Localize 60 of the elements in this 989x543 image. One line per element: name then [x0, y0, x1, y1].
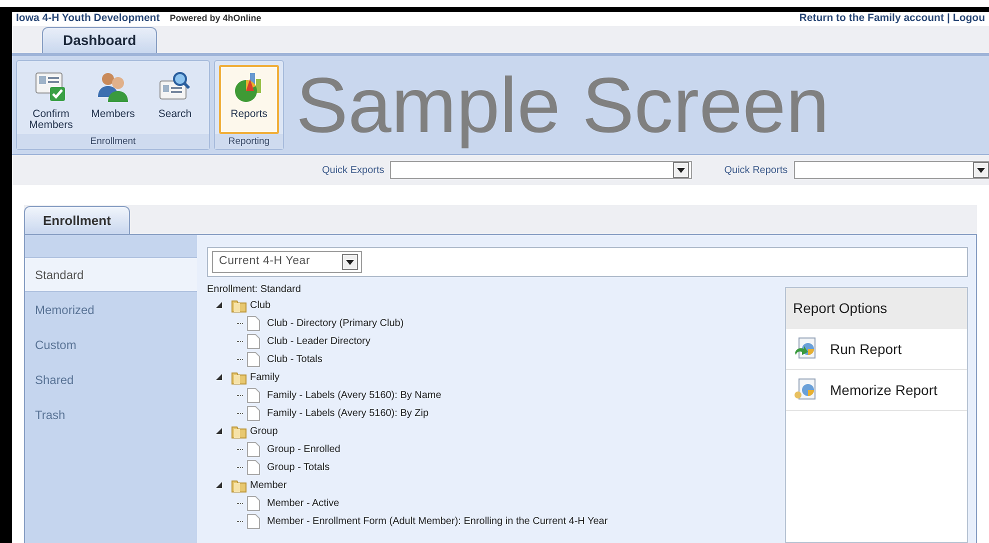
report-run-icon — [794, 337, 818, 361]
folder-icon — [231, 370, 247, 384]
dropdown-caret-icon[interactable] — [342, 254, 358, 270]
ribbon-group-label: Enrollment — [17, 134, 209, 149]
document-icon — [247, 406, 260, 420]
document-icon — [247, 460, 260, 474]
sample-screen-caption: Sample Screen — [296, 60, 830, 150]
quick-exports-label: Quick Exports — [322, 164, 384, 178]
document-icon — [247, 352, 260, 366]
dashboard-tab[interactable]: Dashboard — [42, 27, 158, 53]
ribbon-button[interactable]: Confirm Members — [21, 65, 81, 134]
expand-toggle-icon[interactable] — [215, 481, 223, 489]
tree-title: Enrollment: Standard — [207, 283, 302, 296]
ribbon-button[interactable]: Reports — [219, 65, 279, 134]
folder-icon — [231, 478, 247, 492]
enrollment-tab[interactable]: Enrollment — [24, 206, 130, 234]
logout-link[interactable]: Logou — [952, 11, 985, 27]
tree-item[interactable]: Group - Enrolled — [267, 442, 340, 456]
report-action[interactable]: Run Report — [786, 329, 967, 370]
tree-folder[interactable]: Club — [250, 298, 271, 312]
tree-item[interactable]: Group - Totals — [267, 460, 330, 474]
tree-item[interactable]: Club - Directory (Primary Club) — [267, 316, 404, 330]
tree-folder[interactable]: Member — [250, 478, 287, 492]
dropdown-caret-icon[interactable] — [673, 162, 690, 178]
report-memorize-icon — [794, 378, 818, 402]
document-icon — [247, 496, 260, 510]
people-icon — [96, 71, 130, 103]
tree-item[interactable]: Family - Labels (Avery 5160): By Zip — [267, 406, 429, 420]
expand-toggle-icon[interactable] — [215, 373, 223, 381]
link-separator: | — [946, 11, 950, 26]
ribbon-button[interactable]: Members — [83, 65, 143, 134]
dropdown-caret-icon[interactable] — [973, 162, 989, 178]
powered-by-text: Powered by 4hOnline — [170, 12, 262, 26]
ribbon-button[interactable]: Search — [145, 65, 205, 134]
tree-item[interactable]: Member - Active — [267, 496, 340, 510]
expand-toggle-icon[interactable] — [215, 427, 223, 435]
document-icon — [247, 514, 260, 528]
ribbon-group-label: Reporting — [215, 134, 283, 149]
quick-reports-select[interactable] — [794, 161, 989, 179]
family-account-link[interactable]: Return to the Family account — [799, 11, 944, 27]
id-card-check-icon — [34, 71, 68, 103]
sidebar-item[interactable]: Standard — [25, 257, 197, 292]
folder-icon — [231, 424, 247, 438]
year-select[interactable]: Current 4-H Year — [212, 251, 362, 273]
report-action[interactable]: Memorize Report — [786, 370, 967, 411]
document-icon — [247, 442, 260, 456]
tree-folder[interactable]: Group — [250, 424, 278, 438]
tree-item[interactable]: Family - Labels (Avery 5160): By Name — [267, 388, 442, 402]
tree-item[interactable]: Club - Leader Directory — [267, 334, 370, 348]
document-icon — [247, 388, 260, 402]
folder-icon — [231, 298, 247, 312]
expand-toggle-icon[interactable] — [215, 301, 223, 309]
report-options-title: Report Options — [786, 288, 967, 329]
quick-reports-label: Quick Reports — [724, 164, 788, 178]
tree-item[interactable]: Member - Enrollment Form (Adult Member): Enrolling in the Current 4-H Year — [267, 514, 608, 528]
organization-name: Iowa 4-H Youth Development — [16, 11, 160, 26]
tree-item[interactable]: Club - Totals — [267, 352, 322, 366]
document-icon — [247, 334, 260, 348]
document-icon — [247, 316, 260, 330]
tree-folder[interactable]: Family — [250, 370, 280, 384]
